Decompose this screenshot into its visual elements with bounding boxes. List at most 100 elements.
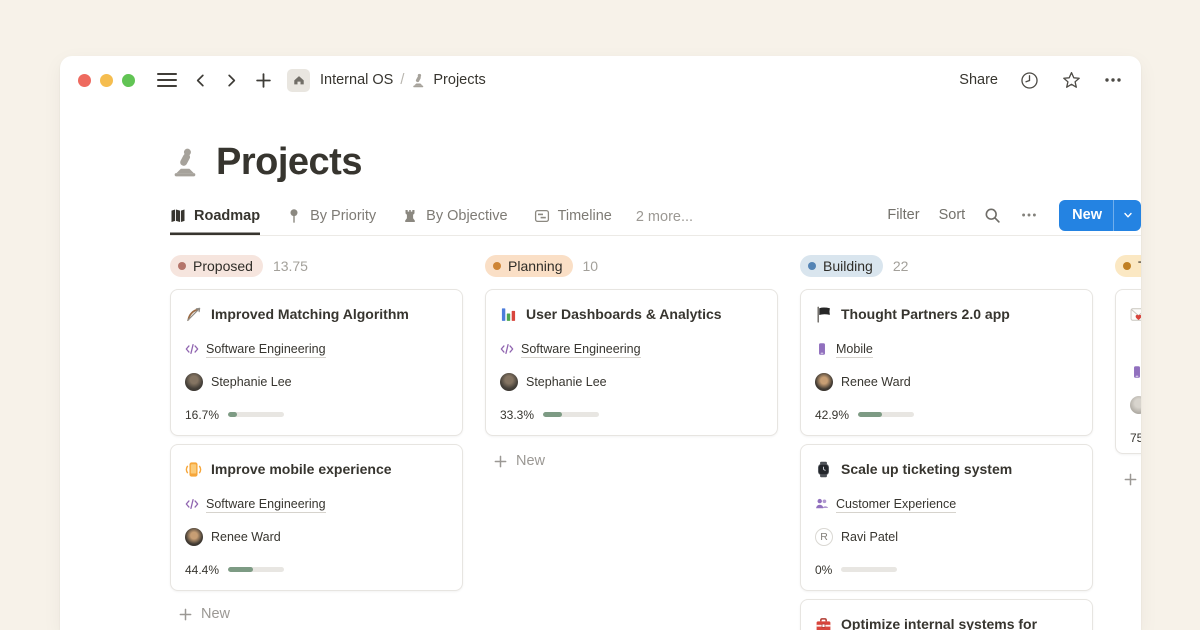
progress-bar <box>228 567 284 572</box>
back-icon[interactable] <box>193 73 208 88</box>
page-content: Projects Roadmap By Priority By Objectiv… <box>60 140 1141 630</box>
view-tabs: Roadmap By Priority By Objective Timelin… <box>170 198 612 235</box>
add-card-button[interactable]: New <box>1115 471 1141 487</box>
bar-chart-icon <box>500 306 517 323</box>
progress-bar <box>228 412 284 417</box>
search-icon[interactable] <box>984 207 1001 224</box>
related-page-link[interactable]: Customer Experience <box>836 496 956 513</box>
column-cards: User Dashboards & Analytics Software Eng… <box>485 289 778 436</box>
new-button-label[interactable]: New <box>1059 200 1113 231</box>
microscope-icon <box>411 73 426 88</box>
progress-label: 16.7% <box>185 408 219 422</box>
page-header: Projects <box>170 140 1141 184</box>
more-views-button[interactable]: 2 more... <box>636 198 693 235</box>
minimize-window-icon[interactable] <box>100 74 113 87</box>
progress-bar <box>858 412 914 417</box>
column-header: Building 22 <box>800 255 1093 277</box>
tab-roadmap[interactable]: Roadmap <box>170 198 260 235</box>
status-badge-building[interactable]: Building <box>800 255 883 277</box>
add-card-label: New <box>516 453 545 469</box>
tab-by-objective[interactable]: By Objective <box>402 198 507 235</box>
tab-by-priority[interactable]: By Priority <box>286 198 376 235</box>
pin-icon <box>286 208 302 224</box>
card-title: Thought Partners 2.0 app <box>841 306 1010 322</box>
kanban-card[interactable]: Improve mobile experience Software Engin… <box>170 444 463 591</box>
column-cards: Thought Partners 2.0 app Mobile Renee Wa… <box>800 289 1093 630</box>
clock-icon[interactable] <box>1019 70 1040 91</box>
column-cards: Improved Matching Algorithm Software Eng… <box>170 289 463 591</box>
avatar <box>1130 396 1141 414</box>
ellipsis-icon[interactable] <box>1103 70 1123 90</box>
tab-label: Timeline <box>558 208 612 224</box>
progress-label: 0% <box>815 563 832 577</box>
hamburger-menu-icon[interactable] <box>157 73 177 87</box>
tab-label: By Objective <box>426 208 507 224</box>
progress-label: 33.3% <box>500 408 534 422</box>
person-name: Renee Ward <box>841 375 911 389</box>
bow-and-arrow-icon <box>185 306 202 323</box>
card-title: User Dashboards & Analytics <box>526 306 722 322</box>
map-icon <box>170 208 186 224</box>
card-title: Improve mobile experience <box>211 461 392 477</box>
breadcrumb-root[interactable]: Internal OS <box>320 72 393 88</box>
people-icon <box>815 497 829 511</box>
breadcrumb-separator: / <box>400 72 404 88</box>
kanban-card[interactable]: User Dashboards & Analytics Software Eng… <box>485 289 778 436</box>
share-button[interactable]: Share <box>959 72 998 88</box>
avatar <box>185 528 203 546</box>
kanban-card[interactable]: Scale up ticketing system Customer Exper… <box>800 444 1093 591</box>
star-icon[interactable] <box>1061 70 1082 91</box>
screenshot-stage: Internal OS / Projects Share Projects <box>0 0 1200 630</box>
zoom-window-icon[interactable] <box>122 74 135 87</box>
progress-bar <box>543 412 599 417</box>
column-count: 13.75 <box>273 258 308 274</box>
kanban-card[interactable]: Thought Partners 2.0 app Mobile Renee Wa… <box>800 289 1093 436</box>
column-label: Testing <box>1138 258 1141 274</box>
new-record-button[interactable]: New <box>1059 200 1141 231</box>
page-title[interactable]: Projects <box>216 141 362 184</box>
breadcrumb-current[interactable]: Projects <box>433 72 485 88</box>
sort-button[interactable]: Sort <box>939 207 966 223</box>
avatar-initial: R <box>815 528 833 546</box>
chevron-down-icon[interactable] <box>1114 200 1141 231</box>
related-page-link[interactable]: Software Engineering <box>206 496 326 513</box>
add-card-button[interactable]: New <box>170 606 463 622</box>
column-cards: 75% <box>1115 289 1141 454</box>
person-name: Ravi Patel <box>841 530 898 544</box>
progress-label: 44.4% <box>185 563 219 577</box>
forward-icon[interactable] <box>224 73 239 88</box>
status-badge-testing[interactable]: Testing <box>1115 255 1141 277</box>
code-icon <box>500 342 514 356</box>
home-icon[interactable] <box>287 69 310 92</box>
status-dot-icon <box>1123 262 1131 270</box>
related-page-link[interactable]: Software Engineering <box>206 341 326 358</box>
related-page-link[interactable]: Mobile <box>836 341 873 358</box>
kanban-card[interactable]: Optimize internal systems for <box>800 599 1093 630</box>
avatar <box>815 373 833 391</box>
filter-button[interactable]: Filter <box>887 207 919 223</box>
new-page-plus-icon[interactable] <box>255 72 272 89</box>
kanban-card[interactable]: 75% <box>1115 289 1141 454</box>
window-topbar: Internal OS / Projects Share <box>60 56 1141 104</box>
add-card-button[interactable]: New <box>485 453 778 469</box>
close-window-icon[interactable] <box>78 74 91 87</box>
timeline-icon <box>534 208 550 224</box>
mobile-icon <box>1130 365 1141 379</box>
view-options-ellipsis-icon[interactable] <box>1020 206 1038 224</box>
tab-label: By Priority <box>310 208 376 224</box>
tab-timeline[interactable]: Timeline <box>534 198 612 235</box>
column-label: Planning <box>508 258 563 274</box>
kanban-card[interactable]: Improved Matching Algorithm Software Eng… <box>170 289 463 436</box>
vibrating-phone-icon <box>185 461 202 478</box>
column-header: Proposed 13.75 <box>170 255 463 277</box>
person-name: Stephanie Lee <box>211 375 292 389</box>
column-header: Testing <box>1115 255 1141 277</box>
column-header: Planning 10 <box>485 255 778 277</box>
column-count: 10 <box>583 258 599 274</box>
status-badge-planning[interactable]: Planning <box>485 255 573 277</box>
avatar <box>185 373 203 391</box>
column-planning: Planning 10 User Dashboards & Analytics <box>485 255 778 630</box>
status-badge-proposed[interactable]: Proposed <box>170 255 263 277</box>
related-page-link[interactable]: Software Engineering <box>521 341 641 358</box>
avatar <box>500 373 518 391</box>
